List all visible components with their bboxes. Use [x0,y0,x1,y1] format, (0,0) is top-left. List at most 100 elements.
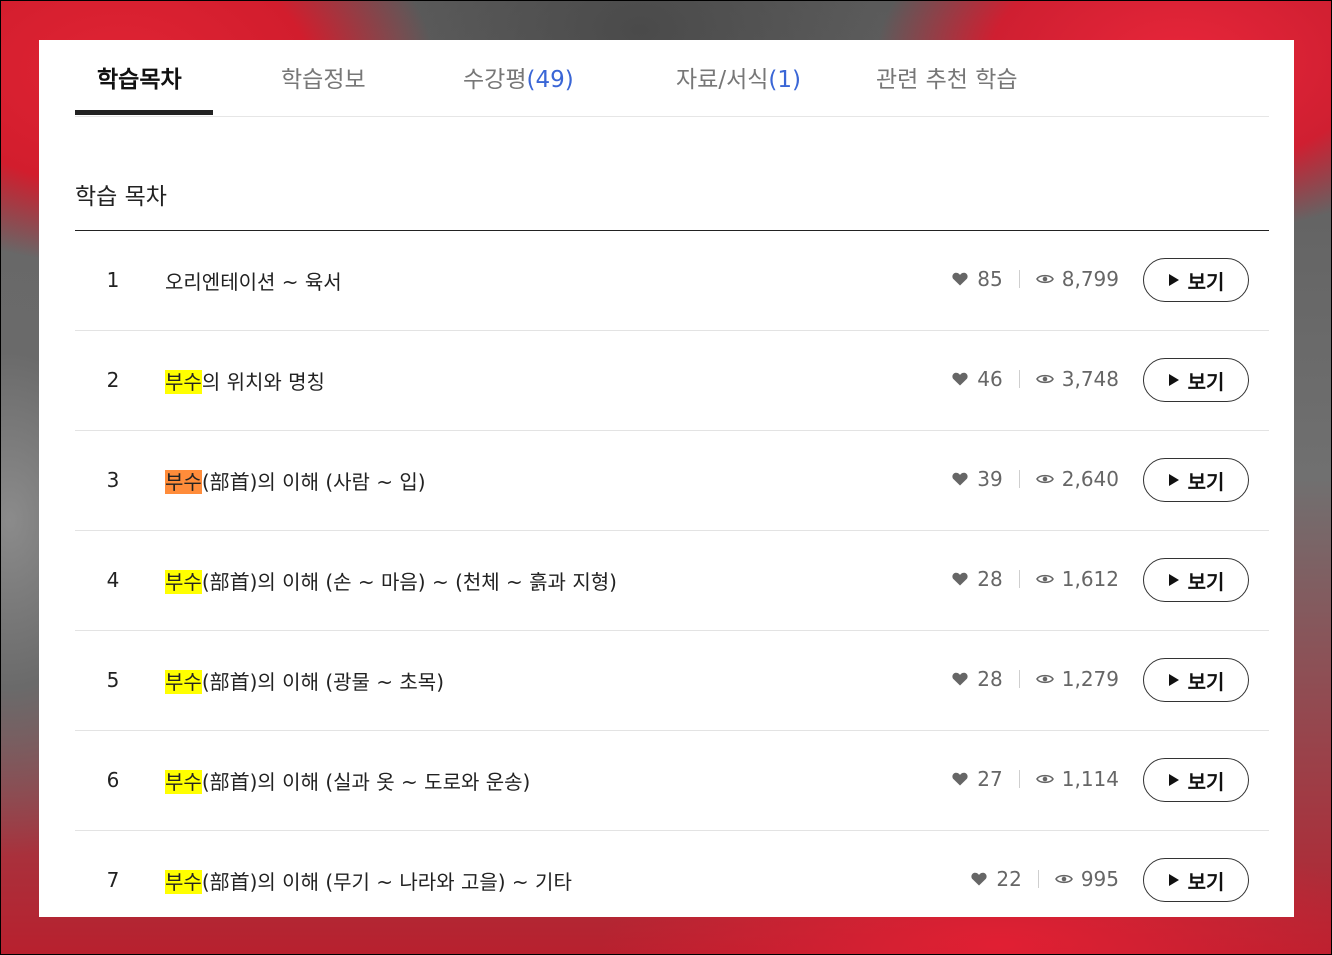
lesson-title: 부수(部首)의 이해 (손 ~ 마음) ~ (천체 ~ 흙과 지형) [165,566,617,595]
view-button[interactable]: 보기 [1143,358,1249,402]
play-icon [1168,674,1179,686]
tab-reviews[interactable]: 수강평(49) [463,60,574,94]
lesson-title-text: 의 위치와 명칭 [201,370,325,394]
view-button-label: 보기 [1187,469,1225,494]
active-tab-indicator [75,110,213,115]
lesson-title-highlight: 부수 [165,470,202,494]
lesson-title-text: (部首)의 이해 (실과 옷 ~ 도로와 운송) [201,770,531,794]
play-icon [1168,874,1179,886]
lesson-title: 부수(部首)의 이해 (무기 ~ 나라와 고을) ~ 기타 [165,866,572,895]
heart-icon [971,872,987,886]
play-icon [1168,774,1179,786]
play-icon [1168,274,1179,286]
view-count: 995 [1080,867,1119,891]
like-count: 27 [977,767,1003,791]
view-button[interactable]: 보기 [1143,558,1249,602]
heart-icon [952,372,968,386]
stats-divider [1018,370,1020,388]
tab-label: 자료/서식 [676,67,769,93]
view-count: 2,640 [1061,467,1119,491]
eye-icon [1035,574,1054,584]
view-button[interactable]: 보기 [1143,758,1249,802]
lesson-title-highlight: 부수 [165,370,202,394]
tab-materials[interactable]: 자료/서식(1) [676,60,801,94]
play-icon [1168,474,1179,486]
lesson-row: 7 부수(部首)의 이해 (무기 ~ 나라와 고을) ~ 기타 22 995 보… [75,831,1269,917]
lesson-title-text: (部首)의 이해 (광물 ~ 초목) [201,670,445,694]
tab-label: 학습정보 [281,67,366,93]
lesson-title: 부수(部首)의 이해 (사람 ~ 입) [165,466,426,495]
review-count: (49) [526,67,574,93]
stats-divider [1037,870,1039,888]
materials-count: (1) [768,67,801,93]
stats-divider [1018,770,1020,788]
like-count: 39 [977,467,1003,491]
tab-label: 학습목차 [97,67,182,93]
lesson-title-text: 오리엔테이션 ~ 육서 [165,270,342,294]
lesson-title-text: (部首)의 이해 (사람 ~ 입) [201,470,426,494]
lesson-row: 6 부수(部首)의 이해 (실과 옷 ~ 도로와 운송) 27 1,114 보기 [75,731,1269,831]
lesson-number: 3 [106,468,120,492]
view-count: 1,612 [1061,567,1119,591]
heart-icon [952,672,968,686]
lesson-title-highlight: 부수 [165,670,202,694]
tab-info[interactable]: 학습정보 [281,60,366,94]
lesson-title: 부수(部首)의 이해 (광물 ~ 초목) [165,666,444,695]
tab-bar: 학습목차 학습정보 수강평(49) 자료/서식(1) 관련 추천 학습 [75,40,1269,117]
lesson-stats: 27 1,114 [952,767,1119,791]
view-count: 3,748 [1061,367,1119,391]
like-count: 28 [977,567,1003,591]
lesson-row: 4 부수(部首)의 이해 (손 ~ 마음) ~ (천체 ~ 흙과 지형) 28 … [75,531,1269,631]
lesson-title-highlight: 부수 [165,770,202,794]
like-count: 46 [977,367,1003,391]
heart-icon [952,272,968,286]
lesson-stats: 22 995 [971,867,1119,891]
lesson-number: 5 [106,668,120,692]
play-icon [1168,374,1179,386]
lesson-list: 1 오리엔테이션 ~ 육서 85 8,799 보기 2 부수의 위치와 명칭 4… [75,230,1269,917]
heart-icon [952,572,968,586]
lesson-stats: 28 1,612 [952,567,1119,591]
stats-divider [1018,270,1020,288]
lesson-number: 6 [106,768,120,792]
view-button-label: 보기 [1187,369,1225,394]
view-count: 1,114 [1061,767,1119,791]
view-button[interactable]: 보기 [1143,258,1249,302]
view-button-label: 보기 [1187,769,1225,794]
lesson-row: 5 부수(部首)의 이해 (광물 ~ 초목) 28 1,279 보기 [75,631,1269,731]
lesson-title-highlight: 부수 [165,870,202,894]
lesson-number: 7 [106,868,120,892]
eye-icon [1035,474,1054,484]
like-count: 28 [977,667,1003,691]
tab-toc[interactable]: 학습목차 [97,60,182,94]
lesson-number: 2 [106,368,120,392]
view-button[interactable]: 보기 [1143,658,1249,702]
lesson-title-text: (部首)의 이해 (무기 ~ 나라와 고을) ~ 기타 [201,870,572,894]
view-button[interactable]: 보기 [1143,458,1249,502]
lesson-stats: 85 8,799 [952,267,1119,291]
eye-icon [1054,874,1073,884]
stats-divider [1018,570,1020,588]
play-icon [1168,574,1179,586]
view-button-label: 보기 [1187,869,1225,894]
lesson-row: 2 부수의 위치와 명칭 46 3,748 보기 [75,331,1269,431]
lesson-stats: 28 1,279 [952,667,1119,691]
like-count: 22 [996,867,1022,891]
lesson-title-text: (部首)의 이해 (손 ~ 마음) ~ (천체 ~ 흙과 지형) [201,570,617,594]
eye-icon [1035,774,1054,784]
stats-divider [1018,470,1020,488]
lesson-row: 1 오리엔테이션 ~ 육서 85 8,799 보기 [75,231,1269,331]
like-count: 85 [977,267,1003,291]
tab-related[interactable]: 관련 추천 학습 [876,60,1018,94]
view-button-label: 보기 [1187,269,1225,294]
view-button[interactable]: 보기 [1143,858,1249,902]
lesson-stats: 46 3,748 [952,367,1119,391]
section-title: 학습 목차 [75,184,167,210]
view-button-label: 보기 [1187,669,1225,694]
tab-label: 관련 추천 학습 [876,67,1018,93]
heart-icon [952,472,968,486]
lesson-title: 부수의 위치와 명칭 [165,366,325,395]
lesson-number: 1 [106,268,120,292]
stats-divider [1018,670,1020,688]
view-count: 8,799 [1061,267,1119,291]
